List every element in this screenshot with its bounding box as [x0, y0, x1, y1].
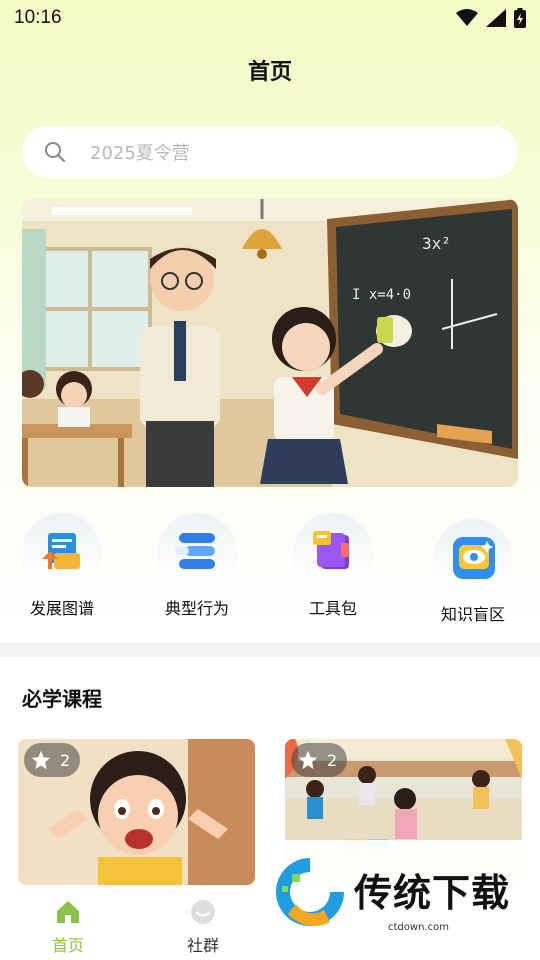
tab-label: 首页: [51, 936, 84, 955]
quick-entry-label: 知识盲区: [440, 605, 505, 624]
star-count: 2: [327, 750, 338, 770]
banner-image[interactable]: I x=4·0 3x²: [22, 199, 518, 487]
signal-icon: [486, 9, 506, 27]
status-icons: [456, 8, 526, 28]
watermark-subtitle: ctdown.com: [388, 922, 449, 933]
star-badge: 2: [291, 743, 347, 777]
course-card[interactable]: 2: [18, 739, 255, 885]
quick-entry-growth-map[interactable]: 发展图谱: [7, 505, 117, 619]
svg-text:3x²: 3x²: [422, 234, 451, 253]
quick-entry-typical-behavior[interactable]: 典型行为: [142, 505, 252, 619]
watermark: 传统下载 ctdown.com: [260, 840, 540, 940]
home-icon: [57, 901, 79, 923]
quick-entry-icon-bg: [293, 513, 373, 585]
section-title: 必学课程: [22, 687, 102, 711]
battery-icon: [514, 8, 526, 28]
quick-entry-knowledge-blind-spot[interactable]: 知识盲区: [418, 511, 528, 625]
quick-entry-label: 发展图谱: [29, 599, 94, 618]
status-time: 10:16: [14, 7, 62, 28]
quick-entry-label: 典型行为: [164, 599, 229, 618]
section-divider: [0, 643, 540, 657]
quick-entry-row: 发展图谱 典型行为 工具包 知识盲区: [0, 505, 540, 635]
knowledge-blind-spot-icon: [453, 537, 495, 579]
search-input[interactable]: 2025夏令营: [22, 126, 518, 178]
tab-community[interactable]: 社群: [163, 887, 243, 956]
quick-entry-toolkit[interactable]: 工具包: [278, 505, 388, 619]
classroom-illustration: I x=4·0 3x²: [22, 199, 518, 487]
page-title: 首页: [247, 60, 292, 85]
star-count: 2: [60, 750, 71, 770]
quick-entry-icon-bg: [22, 513, 102, 585]
quick-entry-label: 工具包: [308, 599, 357, 618]
wifi-icon: [456, 9, 478, 26]
watermark-logo: [276, 858, 344, 927]
star-icon: [31, 750, 51, 770]
search-placeholder: 2025夏令营: [90, 143, 190, 164]
typical-behavior-icon: [175, 533, 215, 569]
tab-home[interactable]: 首页: [28, 887, 108, 956]
star-badge: 2: [24, 743, 80, 777]
status-bar: 10:16: [0, 0, 540, 36]
toolkit-icon: [313, 531, 349, 569]
star-icon: [298, 750, 318, 770]
community-icon: [191, 900, 215, 924]
search-icon: [45, 142, 65, 162]
quick-entry-icon-bg: [157, 513, 237, 585]
quick-entry-icon-bg: [433, 519, 513, 591]
watermark-title: 传统下载: [354, 871, 511, 915]
growth-map-icon: [42, 533, 80, 569]
tab-label: 社群: [186, 936, 219, 955]
svg-text:I x=4·0: I x=4·0: [352, 287, 411, 303]
